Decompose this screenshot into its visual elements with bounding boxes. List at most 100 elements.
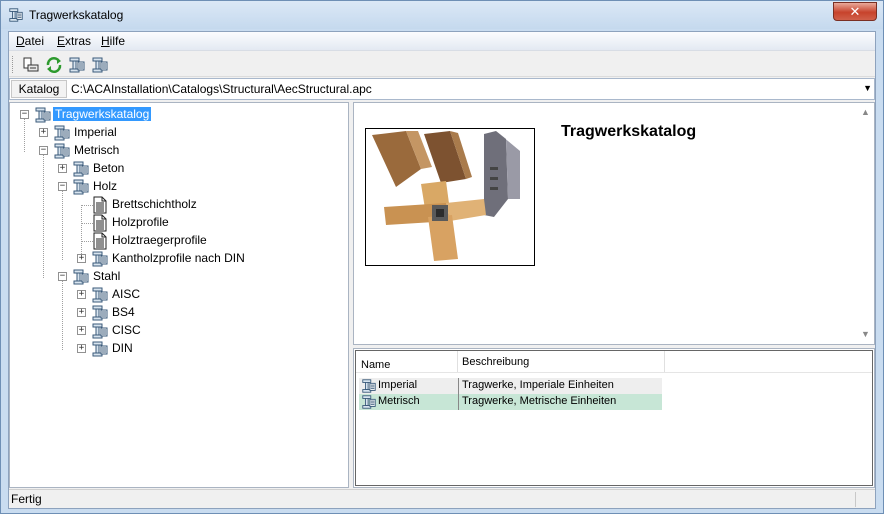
document-icon bbox=[93, 232, 107, 250]
folder-beam-icon bbox=[92, 251, 108, 267]
catalog-icon bbox=[35, 107, 51, 123]
status-separator bbox=[855, 492, 856, 507]
expand-toggle-icon[interactable]: + bbox=[77, 254, 86, 263]
tree-item-metrisch[interactable]: − Metrisch bbox=[10, 142, 348, 160]
tree-item-label: Beton bbox=[93, 161, 125, 175]
column-separator[interactable] bbox=[457, 351, 458, 372]
tree-item-din[interactable]: + DIN bbox=[10, 340, 348, 358]
list-row-imperial[interactable]: Imperial Tragwerke, Imperiale Einheiten bbox=[359, 378, 662, 394]
preview-scrollbar[interactable]: ▲ ▼ bbox=[857, 103, 874, 344]
expand-toggle-icon[interactable]: + bbox=[58, 164, 67, 173]
folder-beam-icon bbox=[73, 179, 89, 195]
folder-beam-icon bbox=[54, 125, 70, 141]
tree-item-label: DIN bbox=[112, 341, 133, 355]
close-button[interactable]: ✕ bbox=[833, 2, 877, 21]
cell-separator bbox=[458, 378, 459, 394]
folder-beam-icon bbox=[362, 395, 376, 409]
window-title: Tragwerkskatalog bbox=[29, 8, 124, 22]
dropdown-arrow-icon[interactable]: ▼ bbox=[863, 83, 872, 93]
catalog-list[interactable]: Name Beschreibung Imperial Tragwerke, Im… bbox=[355, 350, 873, 486]
tree-item-holz[interactable]: − Holz bbox=[10, 178, 348, 196]
expand-toggle-icon[interactable]: + bbox=[77, 290, 86, 299]
refresh-icon[interactable] bbox=[45, 56, 63, 74]
menu-bar: Datei Extras Hilfe bbox=[9, 32, 875, 51]
menu-extras[interactable]: Extras bbox=[57, 34, 91, 48]
catalog-preview: Tragwerkskatalog ▲ ▼ bbox=[353, 102, 875, 345]
client-area: Datei Extras Hilfe Katalog C:\ACAInstall… bbox=[8, 31, 876, 509]
tree-item-brettschichtholz[interactable]: Brettschichtholz bbox=[10, 196, 348, 214]
catalog-app-icon bbox=[9, 8, 23, 22]
list-header: Name Beschreibung bbox=[356, 351, 872, 373]
expand-toggle-icon[interactable]: + bbox=[77, 344, 86, 353]
catalog-tree[interactable]: − Tragwerkskatalog + Imperial − Metrisch… bbox=[9, 102, 349, 488]
app-window: Tragwerkskatalog ✕ Datei Extras Hilfe Ka… bbox=[0, 0, 884, 514]
tree-item-label: Holztraegerprofile bbox=[112, 233, 207, 247]
tree-item-tragwerkskatalog[interactable]: − Tragwerkskatalog bbox=[10, 106, 348, 124]
tree-item-imperial[interactable]: + Imperial bbox=[10, 124, 348, 142]
catalog-preview-image bbox=[365, 128, 535, 266]
title-bar[interactable]: Tragwerkskatalog ✕ bbox=[1, 1, 883, 29]
expand-toggle-icon[interactable]: + bbox=[77, 308, 86, 317]
tree-item-aisc[interactable]: + AISC bbox=[10, 286, 348, 304]
cell-separator bbox=[458, 394, 459, 410]
collapse-toggle-icon[interactable]: − bbox=[20, 110, 29, 119]
folder-beam-icon bbox=[73, 161, 89, 177]
list-row-metrisch[interactable]: Metrisch Tragwerke, Metrische Einheiten bbox=[359, 394, 662, 410]
tree-item-label: Brettschichtholz bbox=[112, 197, 197, 211]
expand-toggle-icon[interactable]: + bbox=[39, 128, 48, 137]
folder-beam-icon bbox=[54, 143, 70, 159]
tree-item-label: Stahl bbox=[93, 269, 121, 283]
folder-beam-icon bbox=[92, 323, 108, 339]
tree-item-beton[interactable]: + Beton bbox=[10, 160, 348, 178]
expand-toggle-icon[interactable]: + bbox=[77, 326, 86, 335]
collapse-toggle-icon[interactable]: − bbox=[58, 272, 67, 281]
catalog-list-panel: Name Beschreibung Imperial Tragwerke, Im… bbox=[353, 348, 875, 488]
structure-shape-icon[interactable] bbox=[91, 56, 109, 74]
document-icon bbox=[93, 214, 107, 232]
column-header-beschreibung[interactable]: Beschreibung bbox=[462, 356, 529, 368]
tree-item-label: Metrisch bbox=[74, 143, 120, 157]
collapse-toggle-icon[interactable]: − bbox=[58, 182, 67, 191]
collapse-toggle-icon[interactable]: − bbox=[39, 146, 48, 155]
menu-datei[interactable]: Datei bbox=[16, 34, 44, 48]
folder-beam-icon bbox=[92, 341, 108, 357]
tree-item-label: Holzprofile bbox=[112, 215, 169, 229]
list-cell-desc: Tragwerke, Imperiale Einheiten bbox=[462, 379, 614, 391]
tree-item-cisc[interactable]: + CISC bbox=[10, 322, 348, 340]
catalog-label: Katalog bbox=[11, 80, 67, 98]
catalog-path-combobox[interactable]: C:\ACAInstallation\Catalogs\Structural\A… bbox=[71, 82, 372, 96]
menu-hilfe[interactable]: Hilfe bbox=[101, 34, 125, 48]
toolbar-grip[interactable] bbox=[12, 56, 15, 73]
catalog-path-bar: Katalog C:\ACAInstallation\Catalogs\Stru… bbox=[9, 78, 875, 100]
folder-beam-icon bbox=[92, 305, 108, 321]
tree-item-holztraegerprofile[interactable]: Holztraegerprofile bbox=[10, 232, 348, 250]
folder-beam-icon bbox=[92, 287, 108, 303]
toolbar bbox=[9, 52, 875, 77]
tree-item-label: Kantholzprofile nach DIN bbox=[112, 251, 245, 265]
list-cell-desc: Tragwerke, Metrische Einheiten bbox=[462, 395, 617, 407]
tree-item-kantholzprofile[interactable]: + Kantholzprofile nach DIN bbox=[10, 250, 348, 268]
list-cell-name: Imperial bbox=[378, 379, 418, 391]
tree-item-stahl[interactable]: − Stahl bbox=[10, 268, 348, 286]
tree-item-label: Tragwerkskatalog bbox=[51, 106, 153, 122]
list-cell-name: Metrisch bbox=[378, 395, 420, 407]
open-catalog-icon[interactable] bbox=[22, 56, 40, 74]
tree-item-bs4[interactable]: + BS4 bbox=[10, 304, 348, 322]
status-text: Fertig bbox=[11, 492, 42, 506]
tree-item-label: AISC bbox=[112, 287, 141, 301]
scroll-up-icon[interactable]: ▲ bbox=[861, 107, 870, 117]
preview-title: Tragwerkskatalog bbox=[561, 123, 697, 140]
tree-item-holzprofile[interactable]: Holzprofile bbox=[10, 214, 348, 232]
column-header-name[interactable]: Name bbox=[361, 359, 390, 371]
folder-beam-icon bbox=[73, 269, 89, 285]
structure-member-icon[interactable] bbox=[68, 56, 86, 74]
tree-item-label: Imperial bbox=[74, 125, 117, 139]
status-bar: Fertig bbox=[9, 489, 875, 508]
folder-beam-icon bbox=[362, 379, 376, 393]
column-separator[interactable] bbox=[664, 351, 665, 372]
tree-item-label: BS4 bbox=[112, 305, 135, 319]
document-icon bbox=[93, 196, 107, 214]
tree-item-label: CISC bbox=[112, 323, 141, 337]
tree-item-label: Holz bbox=[93, 179, 118, 193]
scroll-down-icon[interactable]: ▼ bbox=[861, 329, 870, 339]
